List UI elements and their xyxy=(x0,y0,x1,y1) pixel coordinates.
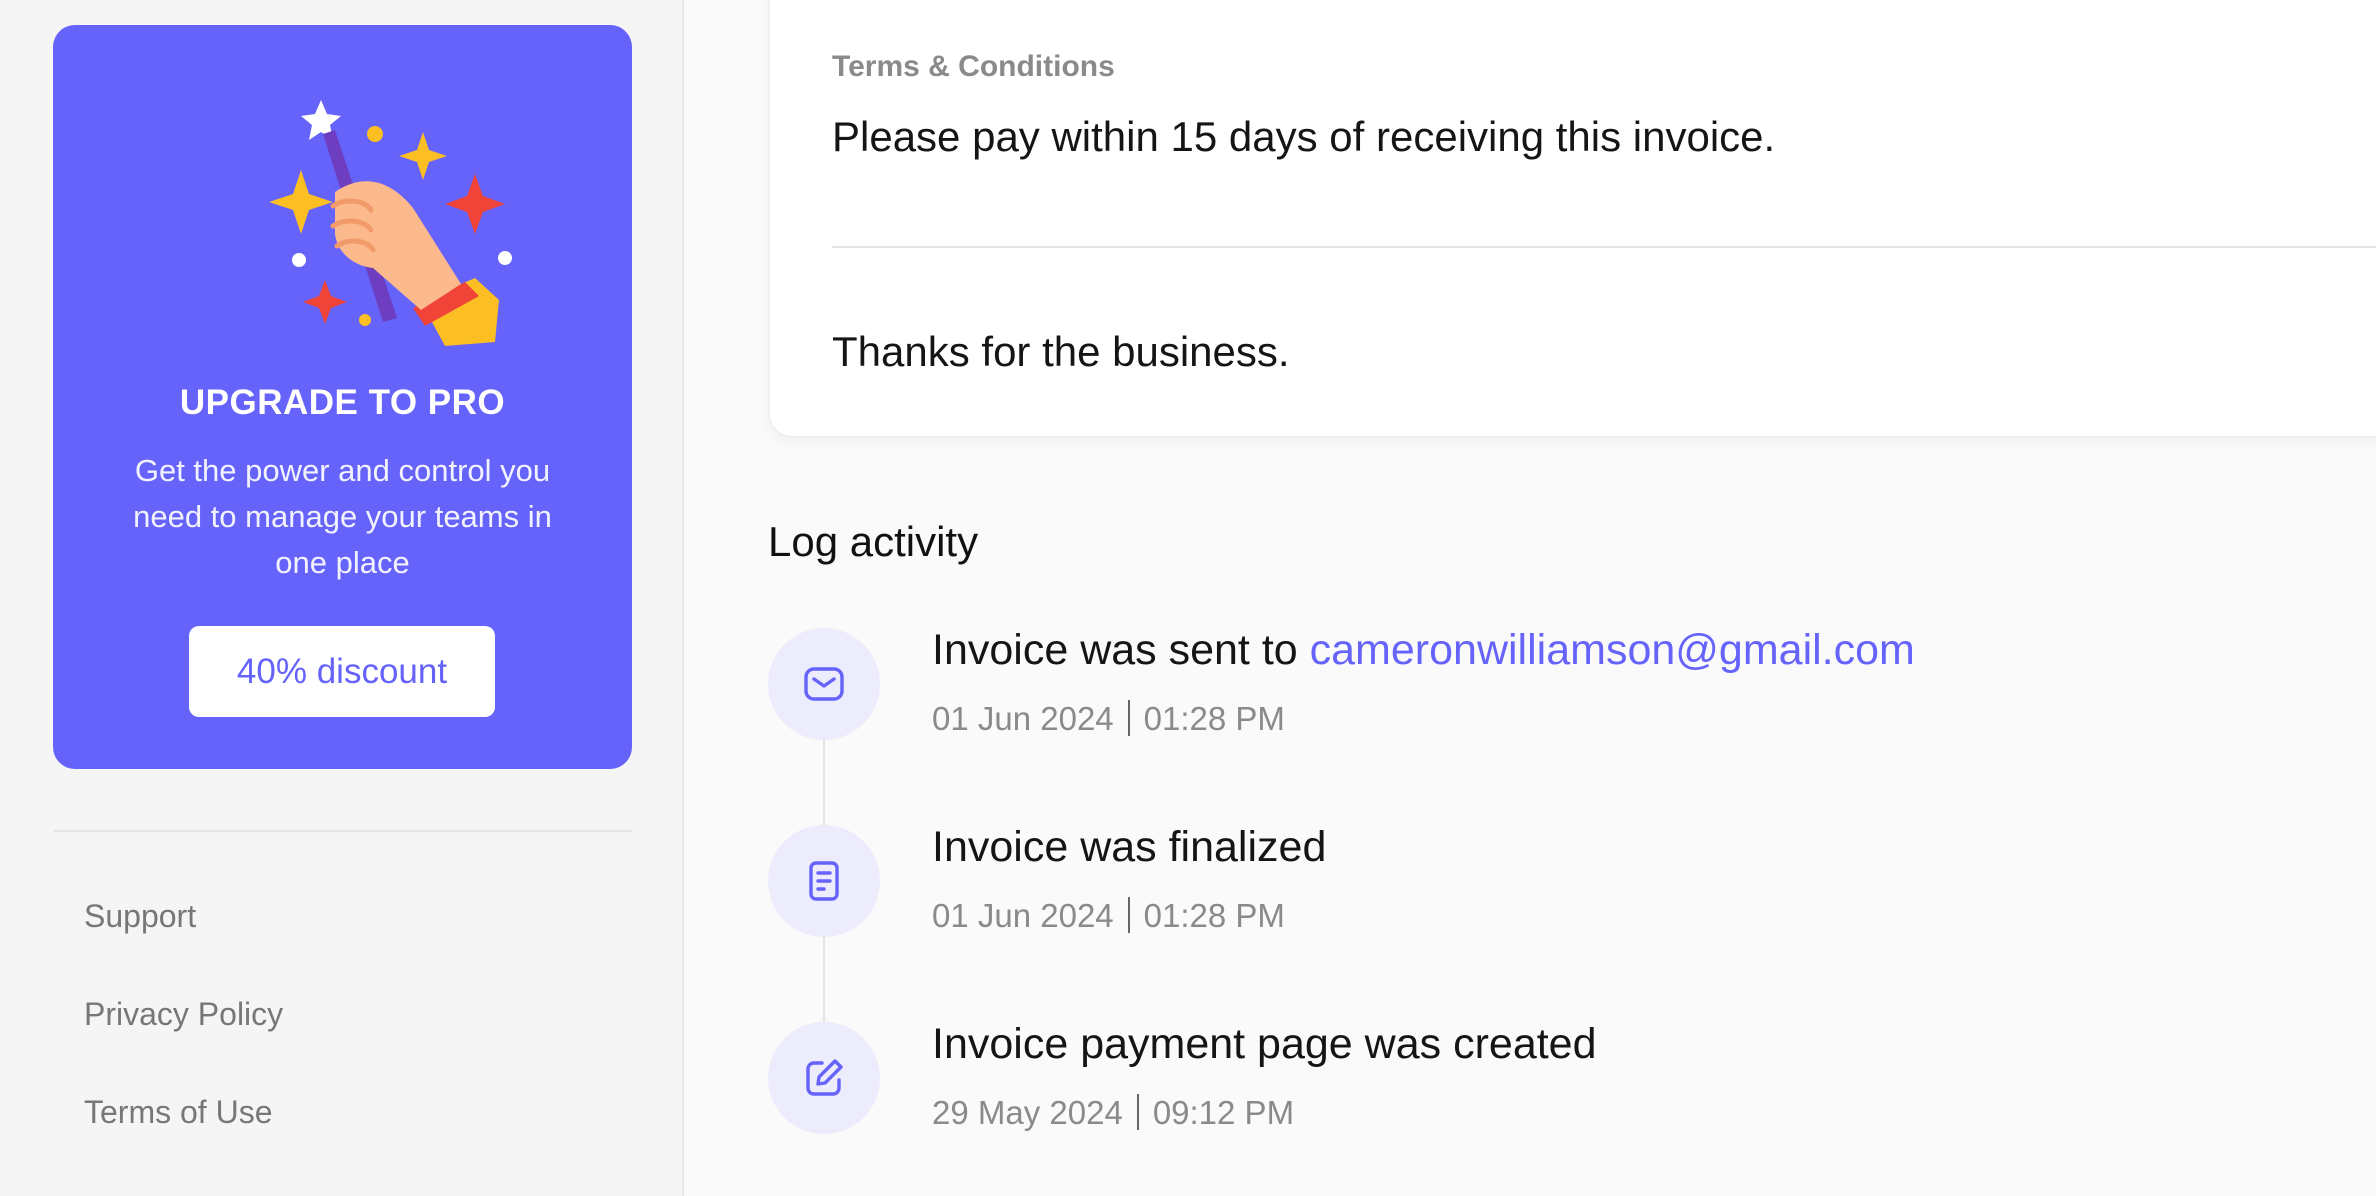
card-divider xyxy=(832,246,2376,248)
timestamp-separator xyxy=(1136,1094,1139,1130)
log-item-icon xyxy=(768,628,880,740)
log-item-text: Invoice was finalized xyxy=(932,823,1327,871)
log-item-date: 01 Jun 2024 xyxy=(932,897,1114,934)
log-item-timestamp: 29 May 2024 09:12 PM xyxy=(932,1094,1294,1132)
support-link[interactable]: Support xyxy=(84,898,196,935)
log-item-text: Invoice was sent to cameronwilliamson@gm… xyxy=(932,626,1915,675)
invoice-page: UPGRADE TO PRO Get the power and control… xyxy=(0,0,2376,1196)
promo-title: UPGRADE TO PRO xyxy=(179,383,506,422)
sidebar: UPGRADE TO PRO Get the power and control… xyxy=(0,0,684,1196)
terms-of-use-link[interactable]: Terms of Use xyxy=(84,1094,272,1131)
log-item-icon xyxy=(768,1022,880,1134)
log-item-time: 01:28 PM xyxy=(1143,700,1285,737)
log-item-timestamp: 01 Jun 2024 01:28 PM xyxy=(932,897,1285,935)
log-item-date: 01 Jun 2024 xyxy=(932,700,1114,737)
upgrade-promo-card: UPGRADE TO PRO Get the power and control… xyxy=(53,25,632,769)
mail-icon xyxy=(804,667,844,701)
document-icon xyxy=(809,861,839,901)
log-item-icon xyxy=(768,825,880,937)
log-item-time: 01:28 PM xyxy=(1143,897,1285,934)
terms-label: Terms & Conditions xyxy=(832,50,1115,83)
log-item-time: 09:12 PM xyxy=(1152,1094,1295,1131)
timestamp-separator xyxy=(1127,700,1130,736)
timeline-connector xyxy=(823,937,825,1023)
thanks-text: Thanks for the business. xyxy=(832,328,1290,375)
log-item-text: Invoice payment page was created xyxy=(932,1020,1597,1068)
discount-button[interactable]: 40% discount xyxy=(189,626,495,717)
terms-text: Please pay within 15 days of receiving t… xyxy=(832,113,1776,160)
log-item-message: Invoice was sent to xyxy=(932,626,1310,674)
magic-wand-hand-illustration xyxy=(269,100,512,346)
timestamp-separator xyxy=(1127,897,1130,933)
log-item-date: 29 May 2024 xyxy=(932,1094,1123,1131)
recipient-email-link[interactable]: cameronwilliamson@gmail.com xyxy=(1310,626,1915,674)
log-item-timestamp: 01 Jun 2024 01:28 PM xyxy=(932,700,1285,738)
sidebar-divider xyxy=(53,830,632,832)
log-activity-title: Log activity xyxy=(768,518,979,565)
privacy-policy-link[interactable]: Privacy Policy xyxy=(84,996,283,1033)
edit-icon xyxy=(806,1059,843,1096)
timeline-connector xyxy=(823,740,825,826)
promo-description: Get the power and control you need to ma… xyxy=(133,453,552,580)
